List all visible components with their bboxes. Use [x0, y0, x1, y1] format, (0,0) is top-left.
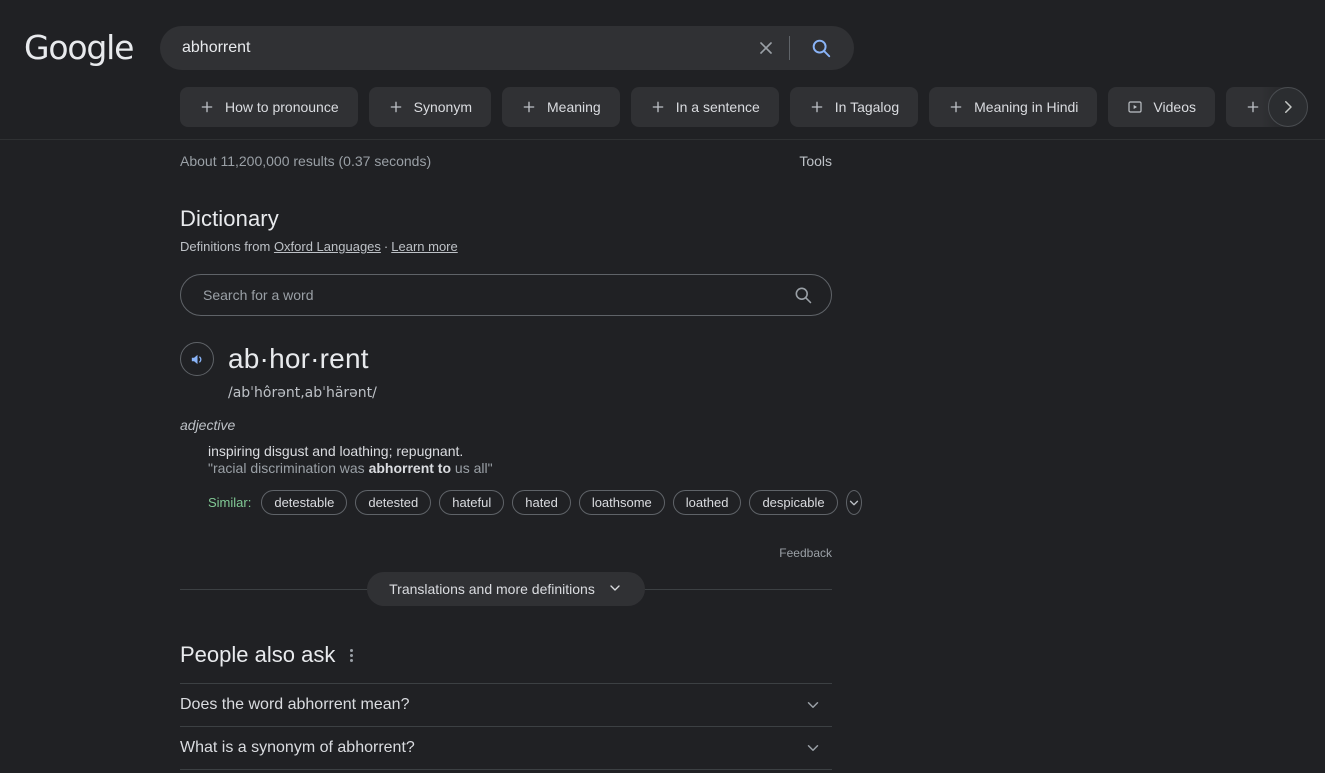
synonym-chip[interactable]: loathsome [578, 490, 665, 515]
paa-question-row[interactable]: What is a synonym of abhorrent? [180, 726, 832, 769]
translations-expand-button[interactable]: Translations and more definitions [367, 572, 645, 606]
translations-label: Translations and more definitions [389, 581, 595, 597]
filter-chip-label: Meaning [547, 99, 601, 115]
chevron-down-icon[interactable] [804, 696, 832, 714]
speaker-icon[interactable] [180, 342, 214, 376]
paa-question-text: What is a synonym of abhorrent? [180, 739, 415, 756]
filter-chip-label: How to pronounce [225, 99, 339, 115]
definition-block: inspiring disgust and loathing; repugnan… [180, 443, 862, 515]
filter-chip-how-to-pronounce[interactable]: How to pronounce [180, 87, 358, 127]
filter-chip-label: Synonym [413, 99, 472, 115]
example-bold: abhorrent to [368, 460, 452, 476]
plus-icon [199, 99, 215, 115]
dictionary-title: Dictionary [180, 206, 279, 231]
headword: ab·hor·rent [228, 343, 369, 374]
filter-chip-in-tagalog[interactable]: In Tagalog [789, 87, 919, 127]
people-also-ask-title: People also ask [180, 642, 336, 667]
dictionary-feedback-link[interactable]: Feedback [180, 546, 832, 560]
source-separator: · [383, 239, 389, 254]
filter-chip-label: In Tagalog [834, 99, 900, 115]
synonym-chip[interactable]: detestable [261, 490, 348, 515]
google-logo[interactable]: Google [24, 29, 134, 67]
search-header: Google How to pronounce Synon [0, 0, 1325, 140]
filter-chip-synonym[interactable]: Synonym [368, 87, 491, 127]
search-divider [789, 36, 790, 60]
search-icon[interactable] [793, 285, 813, 305]
result-stats-row: About 11,200,000 results (0.37 seconds) … [180, 153, 832, 169]
similar-label: Similar: [208, 495, 252, 510]
filter-chip-in-a-sentence[interactable]: In a sentence [630, 87, 779, 127]
plus-icon [521, 99, 537, 115]
people-also-ask-list: Does the word abhorrent mean? What is a … [180, 683, 832, 773]
definition-example: "racial discrimination was abhorrent to … [208, 460, 832, 477]
paa-question-row[interactable]: Does the word abhorrent mean? [180, 683, 832, 726]
plus-icon [809, 99, 825, 115]
plus-icon [948, 99, 964, 115]
filter-chip-label: In a sentence [675, 99, 760, 115]
filter-chip-videos[interactable]: Videos [1108, 87, 1215, 127]
result-stats: About 11,200,000 results (0.37 seconds) [180, 153, 432, 169]
similar-words-row: Similar: detestable detested hateful hat… [208, 490, 862, 515]
tools-button[interactable]: Tools [799, 153, 832, 169]
translations-row: Translations and more definitions [180, 572, 832, 606]
synonym-chip[interactable]: despicable [749, 490, 838, 515]
filter-chips-row[interactable]: How to pronounce Synonym Meaning In a se… [180, 87, 1325, 127]
search-results-main: About 11,200,000 results (0.37 seconds) … [0, 140, 1325, 773]
synonym-chip[interactable]: loathed [672, 490, 742, 515]
filter-chip-label: Videos [1153, 99, 1196, 115]
search-bar[interactable] [160, 26, 854, 70]
search-icon[interactable] [804, 31, 838, 65]
people-also-ask-header: People also ask [180, 642, 832, 668]
close-icon[interactable] [751, 33, 781, 63]
dictionary-source: Definitions from Oxford Languages · Learn … [180, 239, 832, 254]
chevron-down-icon [607, 580, 623, 599]
plus-icon [388, 99, 404, 115]
filter-chip-meaning[interactable]: Meaning [502, 87, 620, 127]
learn-more-link[interactable]: Learn more [391, 239, 457, 254]
phonetic-spelling: /abˈhôrənt,abˈhärənt/ [228, 385, 377, 401]
chevron-right-icon[interactable] [1268, 87, 1308, 127]
synonym-chip[interactable]: detested [355, 490, 432, 515]
kebab-menu-icon[interactable] [348, 647, 355, 664]
synonym-chip[interactable]: hated [512, 490, 571, 515]
paa-question-row[interactable]: How do you use the word abhorrent? [180, 769, 832, 773]
word-heading-row: ab·hor·rent [180, 342, 832, 376]
part-of-speech: adjective [180, 417, 236, 433]
chevron-down-icon[interactable] [845, 490, 862, 515]
example-prefix: "racial discrimination was [208, 460, 369, 476]
filter-chip-label: Meaning in Hindi [974, 99, 1079, 115]
chevron-down-icon[interactable] [804, 739, 832, 757]
word-search-input[interactable] [201, 286, 793, 304]
filter-chip-meaning-in-hindi[interactable]: Meaning in Hindi [929, 87, 1098, 127]
search-input[interactable] [160, 39, 751, 57]
oxford-languages-link[interactable]: Oxford Languages [274, 239, 381, 254]
definition-text: inspiring disgust and loathing; repugnan… [208, 443, 464, 459]
plus-icon [1245, 99, 1261, 115]
synonym-chip[interactable]: hateful [439, 490, 505, 515]
dictionary-search-box[interactable] [180, 274, 832, 316]
example-suffix: us all" [451, 460, 493, 476]
paa-question-text: Does the word abhorrent mean? [180, 696, 410, 713]
dictionary-source-prefix: Definitions from [180, 239, 271, 254]
plus-icon [650, 99, 666, 115]
video-icon [1127, 99, 1143, 115]
